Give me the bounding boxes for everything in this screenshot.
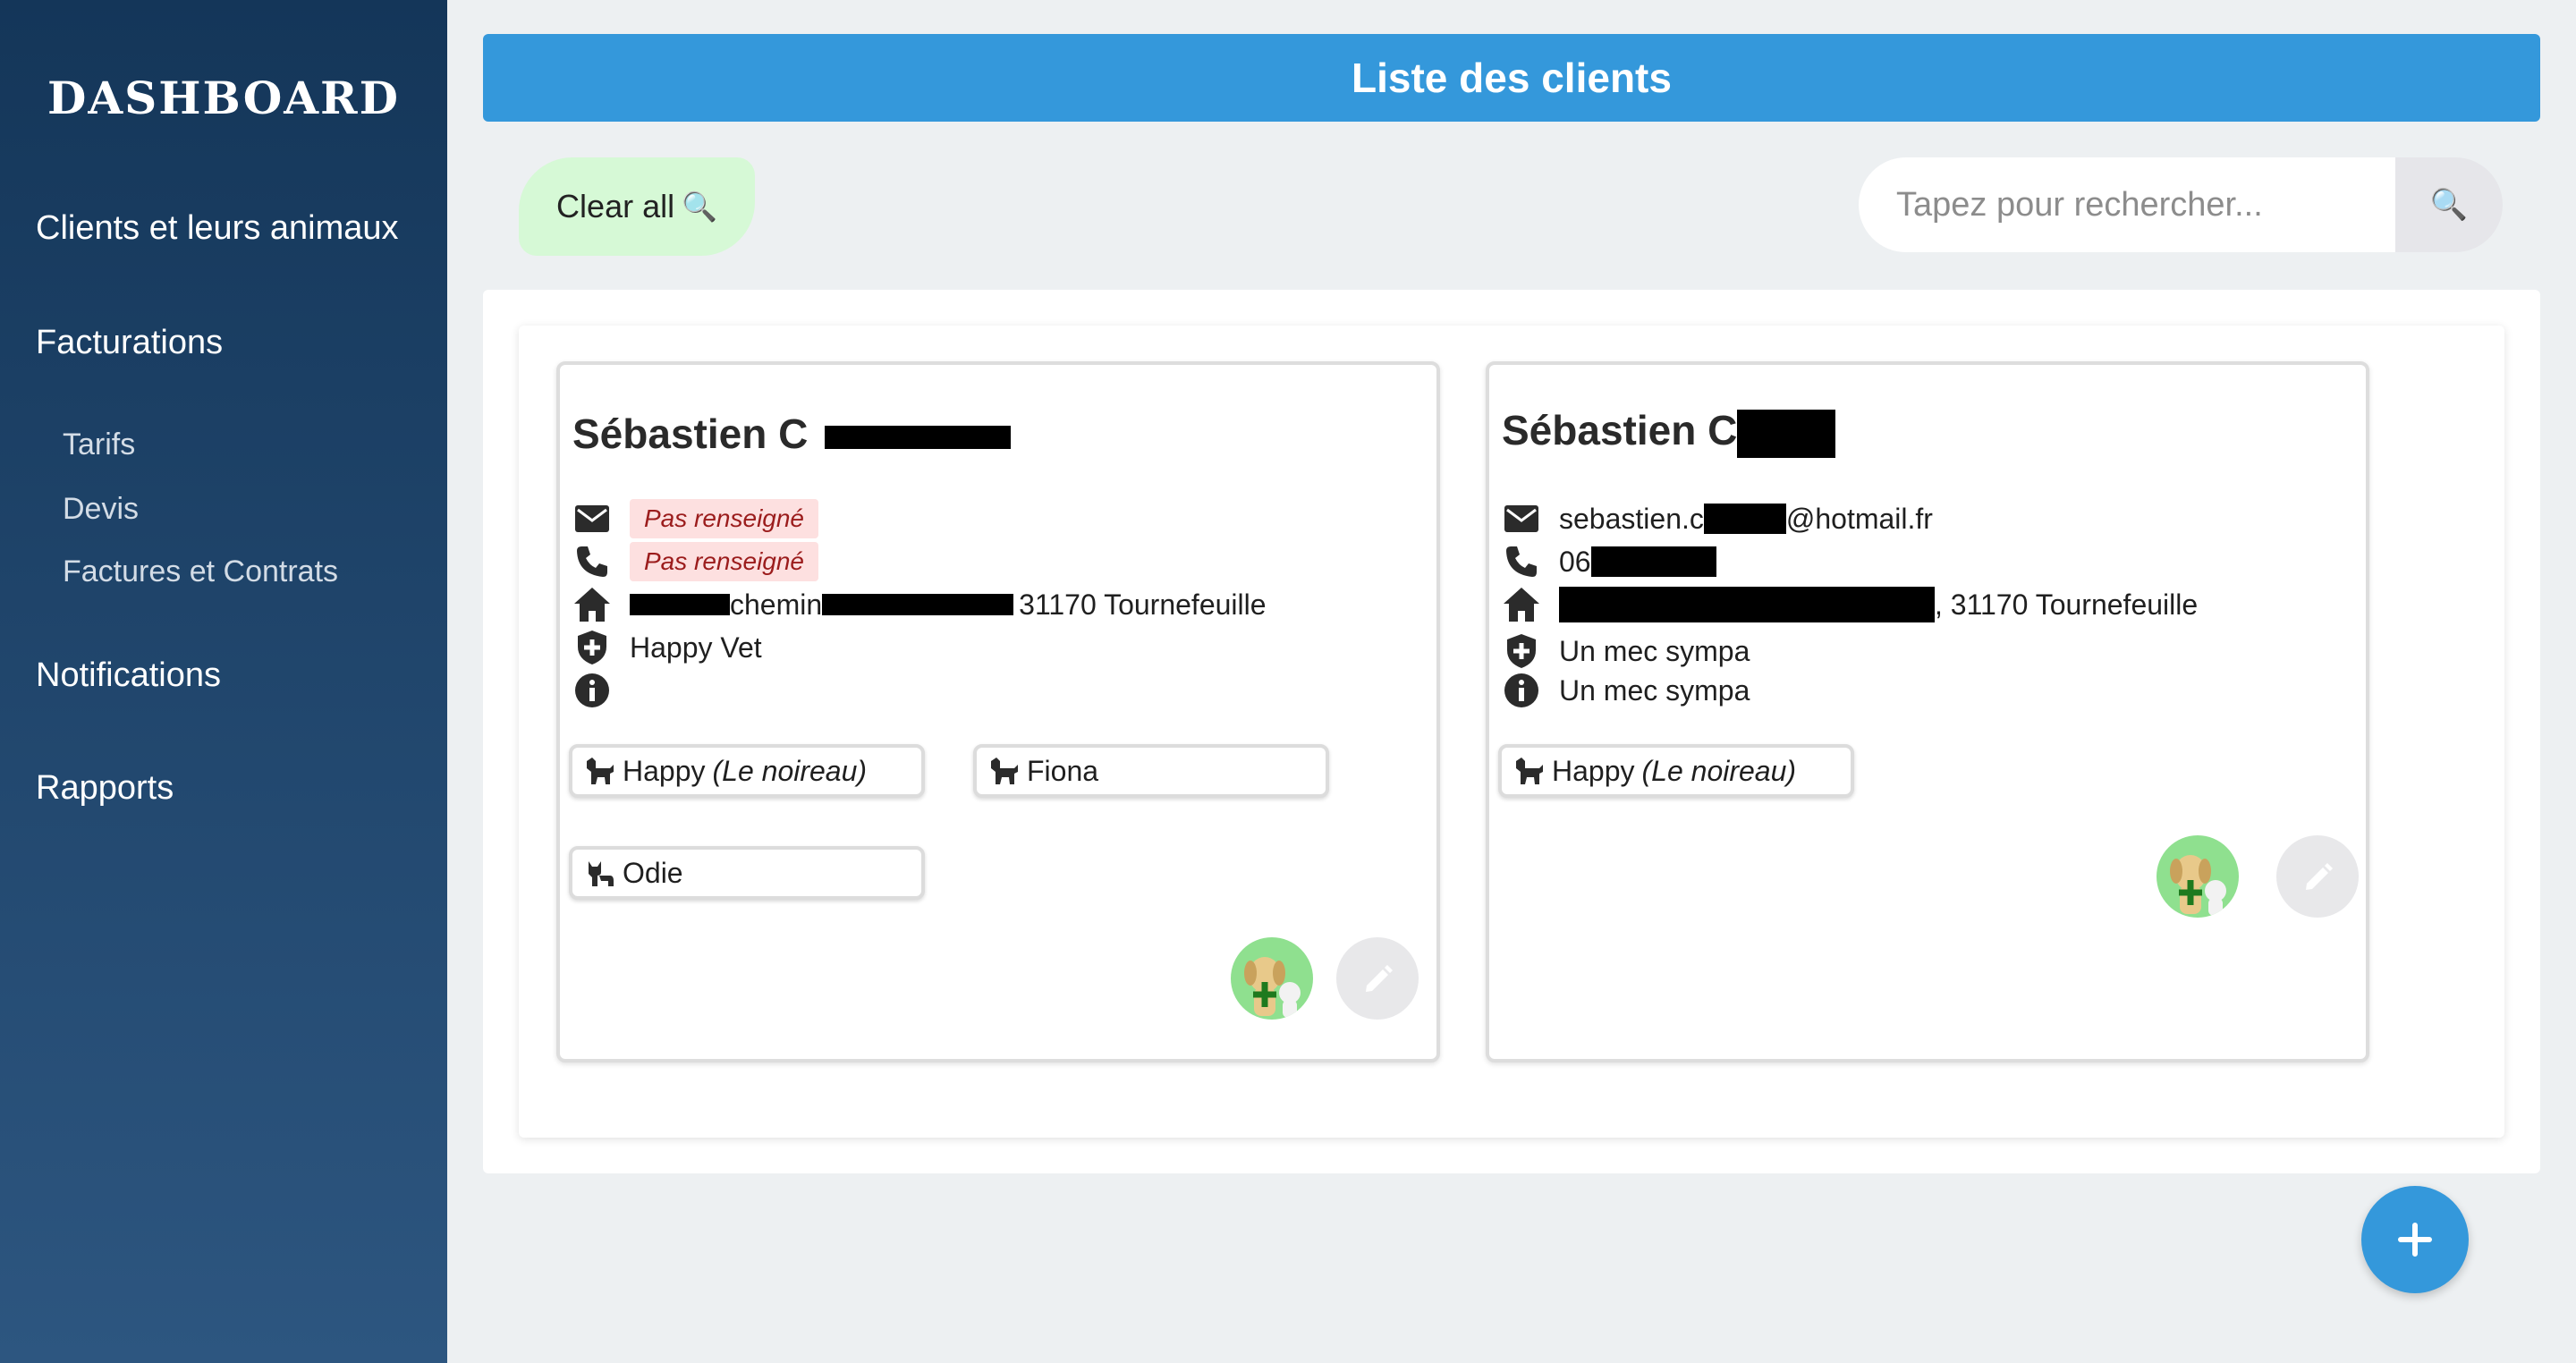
client-card: Sébastien C Pas renseigné Pas renseigné …: [556, 361, 1440, 1062]
brand-title: DASHBOARD: [47, 72, 400, 124]
client-vet-row: Un mec sympa: [1502, 631, 1750, 671]
email-icon: [1502, 499, 1541, 538]
search-button[interactable]: 🔍: [2395, 157, 2503, 252]
vet-avatar[interactable]: [1231, 937, 1313, 1020]
info-icon: [572, 671, 612, 710]
client-address-row: , 31170 Tournefeuille: [1502, 585, 2198, 624]
redacted-block: [1590, 546, 1716, 577]
redacted-block: [822, 594, 1014, 615]
shield-plus-icon: [1502, 631, 1541, 671]
client-info-row: Un mec sympa: [1502, 671, 1750, 710]
redacted-block: [1703, 504, 1786, 534]
pet-chip[interactable]: Odie: [569, 846, 925, 900]
dog-icon: [1513, 755, 1545, 787]
dog-cat-logo-icon: [2170, 855, 2226, 916]
client-name: Sébastien C: [572, 410, 1012, 458]
sidebar-item-tarifs[interactable]: Tarifs: [63, 428, 135, 462]
shield-plus-icon: [572, 628, 612, 667]
add-client-button[interactable]: [2361, 1186, 2469, 1293]
phone-icon: [1502, 542, 1541, 581]
edit-button[interactable]: [2276, 835, 2359, 918]
house-icon: [1502, 585, 1541, 624]
pet-chip[interactable]: Happy (Le noireau): [1498, 744, 1854, 798]
page-title: Liste des clients: [1352, 55, 1672, 101]
search-bar: 🔍: [1859, 157, 2503, 252]
missing-value-badge: Pas renseigné: [630, 499, 819, 538]
pencil-icon: [1366, 965, 1393, 992]
info-icon: [1502, 671, 1541, 710]
pet-chip[interactable]: Happy (Le noireau): [569, 744, 925, 798]
pet-chip[interactable]: Fiona: [973, 744, 1329, 798]
cat-icon: [583, 857, 615, 889]
redacted-block: [1559, 587, 1935, 622]
client-address-row: chemin 31170 Tournefeuille: [572, 585, 1267, 624]
email-icon: [572, 499, 612, 538]
sidebar-item-devis[interactable]: Devis: [63, 492, 139, 527]
redacted-block: [825, 425, 1012, 449]
clear-all-button[interactable]: Clear all 🔍: [519, 157, 755, 256]
magnifier-icon: 🔍: [682, 190, 717, 223]
search-input[interactable]: [1859, 157, 2395, 252]
sidebar-item-facturations[interactable]: Facturations: [36, 324, 223, 362]
house-icon: [572, 585, 612, 624]
dog-icon: [583, 755, 615, 787]
client-phone-row: 06: [1502, 542, 1716, 581]
client-vet-row: Happy Vet: [572, 628, 762, 667]
redacted-block: [630, 594, 730, 615]
page-title-bar: Liste des clients: [483, 34, 2540, 122]
client-name: Sébastien C: [1502, 406, 1836, 458]
client-phone-row: Pas renseigné: [572, 542, 819, 581]
phone-icon: [572, 542, 612, 581]
sidebar-item-clients[interactable]: Clients et leurs animaux: [36, 209, 399, 248]
sidebar-item-factures-contrats[interactable]: Factures et Contrats: [63, 555, 338, 589]
clear-all-label: Clear all: [556, 188, 675, 224]
vet-avatar[interactable]: [2157, 835, 2239, 918]
client-card: Sébastien C sebastien.c @hotmail.fr 06 , …: [1486, 361, 2369, 1062]
plus-icon: [2398, 1223, 2432, 1257]
edit-button[interactable]: [1336, 937, 1419, 1020]
pencil-icon: [2306, 863, 2333, 890]
client-email-row: Pas renseigné: [572, 499, 819, 538]
missing-value-badge: Pas renseigné: [630, 542, 819, 581]
client-info-row: [572, 671, 630, 710]
sidebar-item-rapports[interactable]: Rapports: [36, 769, 174, 808]
dog-cat-logo-icon: [1244, 957, 1301, 1018]
client-email-row: sebastien.c @hotmail.fr: [1502, 499, 1933, 538]
sidebar-item-notifications[interactable]: Notifications: [36, 656, 221, 695]
dog-icon: [987, 755, 1020, 787]
search-icon: 🔍: [2429, 188, 2469, 222]
sidebar: DASHBOARD Clients et leurs animaux Factu…: [0, 0, 447, 1363]
redacted-block: [1737, 409, 1836, 458]
